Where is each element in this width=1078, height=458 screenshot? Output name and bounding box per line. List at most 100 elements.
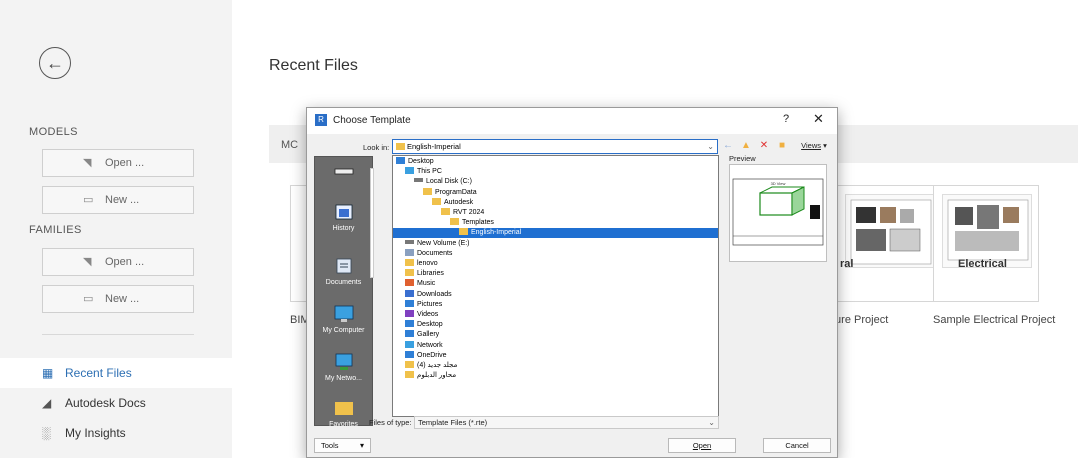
bar-chart-icon: ░ [42, 426, 51, 440]
tools-menu-button[interactable]: Tools ▾ [314, 438, 371, 453]
files-of-type-value: Template Files (*.rte) [418, 418, 488, 427]
folder-tree-item[interactable]: Network [393, 340, 718, 351]
nav-item-my-insights[interactable]: ░ My Insights [0, 418, 232, 448]
nav-item-autodesk-docs[interactable]: ◢ Autodesk Docs [0, 388, 232, 418]
files-of-type-dropdown[interactable]: Template Files (*.rte) ⌄ [414, 416, 719, 429]
folder-tree-item[interactable]: OneDrive [393, 350, 718, 361]
place-favorites[interactable]: Favorites [315, 399, 372, 428]
cancel-label: Cancel [785, 441, 809, 450]
folder-tree-item-label: English-Imperial [471, 229, 522, 237]
up-folder-button[interactable]: ▲ [740, 139, 752, 153]
favorites-folder-icon [333, 399, 355, 417]
dialog-title: Choose Template [333, 115, 411, 126]
models-open-button[interactable]: ◥ Open ... [42, 149, 194, 177]
music-icon [405, 279, 414, 287]
folder-tree-item[interactable]: ProgramData [393, 187, 718, 198]
nav-recent-label: Recent Files [65, 366, 132, 380]
places-scrollbar[interactable] [370, 168, 374, 278]
place-my-computer[interactable]: My Computer [315, 305, 372, 334]
look-in-dropdown[interactable]: English-Imperial ⌄ [392, 139, 718, 154]
folder-tree-item[interactable]: This PC [393, 167, 718, 177]
folder-tree-item[interactable]: New Volume (E:) [393, 239, 718, 249]
revit-home-screen: ← MODELS ◥ Open ... ▭ New ... FAMILIES ◥… [0, 0, 1078, 458]
page-title: Recent Files [269, 57, 358, 74]
folder-tree-item-label: (4) مجلد جديد [417, 362, 458, 369]
open-folder-icon: ◥ [83, 157, 92, 169]
look-in-value: English-Imperial [407, 142, 461, 151]
folder-tree-item-label: Videos [417, 311, 439, 318]
folder-tree-item-label: Desktop [408, 158, 434, 165]
folder-tree-item[interactable]: (4) مجلد جديد [393, 361, 718, 371]
revit-app-icon: R [315, 114, 327, 126]
families-new-button[interactable]: ▭ New ... [42, 285, 194, 313]
back-button[interactable]: ← [722, 139, 734, 153]
folder-tree-item[interactable]: Autodesk [393, 197, 718, 208]
new-folder-button[interactable]: ■ [776, 139, 788, 153]
cancel-button[interactable]: Cancel [763, 438, 831, 453]
folder-tree-item[interactable]: RVT 2024 [393, 208, 718, 218]
folder-tree-item-label: Templates [462, 219, 494, 227]
place-documents-label: Documents [325, 279, 362, 286]
folder-tree-item[interactable]: Desktop [393, 320, 718, 330]
project-card-architecture[interactable] [836, 185, 942, 302]
dialog-titlebar[interactable]: R Choose Template ? ✕ [307, 108, 837, 134]
back-arrow-icon: ← [723, 140, 733, 151]
folder-tree-item-label: ProgramData [435, 188, 477, 196]
doc-icon [405, 248, 414, 256]
folder-tree-item[interactable]: Music [393, 279, 718, 289]
folder-tree-item[interactable]: Videos [393, 310, 718, 320]
folder-icon [441, 208, 450, 215]
folder-tree-item[interactable]: Templates [393, 218, 718, 228]
history-icon [333, 203, 355, 221]
look-in-folder-tree: Desktop This PC Local Disk (C:) ProgramData… [392, 155, 719, 417]
place-documents[interactable]: Documents [315, 257, 372, 286]
files-of-type-label: Files of type: [369, 418, 412, 427]
families-section-label: FAMILIES [29, 224, 82, 236]
nav-item-recent-files[interactable]: ▦ Recent Files [0, 358, 232, 388]
folder-tree-item[interactable]: Libraries [393, 269, 718, 279]
folder-tree-item-label: Autodesk [444, 198, 474, 206]
folder-tree-item-label: محاور الدبلوم [417, 372, 457, 380]
chevron-down-icon: ▾ [359, 441, 364, 450]
folder-tree-item[interactable]: Downloads [393, 289, 718, 300]
place-my-network[interactable]: My Netwo... [315, 353, 372, 382]
cloud-icon [405, 350, 414, 358]
folder-tree-item[interactable]: محاور الدبلوم [393, 371, 718, 381]
project-thumbnail [845, 194, 935, 268]
views-menu-button[interactable]: Views ▾ [794, 139, 834, 153]
folder-icon [405, 259, 414, 266]
folder-tree-item[interactable]: Pictures [393, 299, 718, 310]
models-new-label: New ... [105, 194, 140, 206]
folder-tree-item[interactable]: Local Disk (C:) [393, 177, 718, 187]
folder-tree-item[interactable]: Desktop [393, 157, 718, 167]
open-button[interactable]: Open [668, 438, 736, 453]
back-arrow-button[interactable]: ← [39, 47, 71, 79]
up-folder-icon: ▲ [741, 140, 751, 151]
folder-tree-item[interactable]: Documents [393, 248, 718, 259]
new-file-icon: ▭ [83, 293, 94, 305]
computer-icon [333, 305, 355, 323]
help-button[interactable]: ? [783, 113, 789, 125]
sidebar-divider [42, 334, 194, 335]
folder-tree-item[interactable]: Gallery [393, 330, 718, 340]
folder-tree-item[interactable]: English-Imperial [393, 228, 718, 239]
folder-icon [405, 269, 414, 277]
documents-icon [333, 257, 355, 275]
models-section-label: MODELS [29, 126, 78, 138]
places-top-item[interactable] [315, 167, 372, 189]
folder-tree-item-label: Documents [417, 249, 453, 257]
delete-button[interactable]: ✕ [758, 139, 770, 153]
place-history[interactable]: History [315, 203, 372, 232]
models-band-label: MC [281, 139, 299, 151]
folder-tree-item-label: Downloads [417, 290, 452, 298]
project-card-electrical[interactable] [933, 185, 1039, 302]
project-card-architecture-caption: ral [840, 258, 854, 270]
families-open-button[interactable]: ◥ Open ... [42, 248, 194, 276]
close-button[interactable]: ✕ [813, 111, 824, 127]
tools-label: Tools [321, 441, 339, 450]
desktop-icon [405, 320, 414, 328]
chevron-down-icon: ⌄ [708, 418, 715, 427]
place-my-network-label: My Netwo... [325, 375, 362, 382]
folder-tree-item[interactable]: lenovo [393, 259, 718, 269]
models-new-button[interactable]: ▭ New ... [42, 186, 194, 214]
